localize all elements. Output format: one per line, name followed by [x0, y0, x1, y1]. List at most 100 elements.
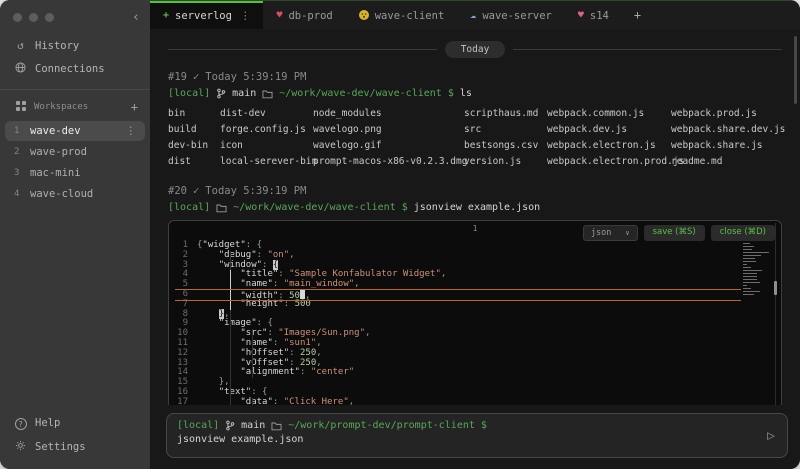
heart-icon: ♥	[276, 11, 282, 21]
close-button[interactable]: close (⌘D)	[711, 225, 775, 241]
chevron-down-icon: ∨	[625, 229, 629, 237]
prompt-cwd: ~/work/wave-dev/wave-client	[233, 202, 396, 213]
save-button[interactable]: save (⌘S)	[644, 225, 705, 241]
file-name: webpack.prod.js	[671, 106, 785, 122]
main-area: +serverlog⋮♥db-prod wave-client ☁wave-serv…	[150, 0, 800, 469]
history-label: History	[35, 40, 79, 52]
folder-icon	[262, 89, 273, 99]
mode-value: json	[591, 228, 611, 238]
prompt-branch: main	[241, 420, 265, 431]
content-scrollbar-thumb[interactable]	[794, 36, 797, 104]
mode-dropdown[interactable]: json ∨	[583, 225, 638, 241]
workspaces-label: Workspaces	[34, 102, 88, 112]
window-minimize-button[interactable]	[29, 13, 38, 22]
sidebar-item-history[interactable]: ↺ History	[0, 34, 150, 57]
help-label: Help	[35, 417, 60, 429]
code-line-7: 7 "height": 500	[175, 300, 741, 310]
indent-guide	[252, 329, 253, 378]
tab-db-prod[interactable]: ♥db-prod	[263, 1, 345, 29]
terminal-content: Today #19 ✓ Today 5:39:19 PM [local]	[150, 29, 800, 405]
tab-label: s14	[590, 10, 609, 22]
file-name: readme.md	[671, 154, 785, 170]
plus-icon: +	[163, 11, 169, 21]
minimap-line	[743, 249, 752, 250]
minimap-line	[743, 288, 751, 289]
folder-icon	[216, 203, 227, 213]
workspace-menu-icon[interactable]: ⋮	[126, 125, 137, 137]
block-meta: #20 ✓ Today 5:39:19 PM	[168, 185, 782, 197]
prompt-command: jsonview example.json	[414, 202, 540, 213]
minimap-line	[743, 264, 747, 265]
command-block-20: #20 ✓ Today 5:39:19 PM [local] ~/work/wa…	[168, 185, 782, 405]
file-name: webpack.electron.js	[547, 138, 671, 154]
date-pill: Today	[445, 41, 506, 58]
file-name: dist-dev	[220, 106, 313, 122]
sidebar-item-settings[interactable]: Settings	[0, 435, 150, 459]
tab-label: wave-client	[375, 10, 445, 22]
minimap-line	[743, 273, 757, 274]
workspace-item-wave-prod[interactable]: 2 wave-prod	[5, 142, 145, 162]
connections-label: Connections	[35, 63, 105, 75]
block-index: #19	[168, 71, 187, 83]
prompt-cwd: ~/work/prompt-dev/prompt-client	[288, 420, 475, 431]
file-name: dist	[168, 154, 220, 170]
editor-scrollbar-thumb[interactable]	[774, 281, 777, 295]
minimap-line	[743, 282, 760, 283]
git-branch-icon	[225, 420, 235, 431]
minimap-line	[743, 261, 756, 262]
window-close-button[interactable]	[13, 13, 22, 22]
add-workspace-button[interactable]: +	[131, 100, 138, 114]
titlebar: ‹	[0, 0, 150, 34]
code-editor[interactable]: 1{"widget": {2 "debug": "on",3 "window":…	[175, 241, 741, 405]
file-name: prompt-macos-x86-v0.2.3.dmg	[313, 154, 464, 170]
git-branch-icon	[216, 88, 226, 99]
new-tab-button[interactable]: +	[622, 1, 653, 29]
workspace-number: 2	[14, 147, 22, 157]
block-timestamp: Today 5:39:19 PM	[205, 71, 306, 83]
face-icon	[359, 10, 369, 23]
workspace-item-wave-cloud[interactable]: 4wave-cloud	[5, 184, 145, 204]
tab-wave-server[interactable]: ☁wave-server	[457, 1, 565, 29]
file-name: version.js	[464, 154, 547, 170]
window-zoom-button[interactable]	[45, 13, 54, 22]
command-input[interactable]: [local] main ~/work/prompt-dev/prompt-cl…	[166, 413, 788, 458]
ls-output: bindist-devnode_modulesscripthaus.mdwebp…	[168, 106, 782, 170]
workspace-list: 1wave-dev⋮ 2 wave-prod 3mac-mini4wave-cloud	[0, 120, 150, 205]
minimap-line	[743, 267, 751, 268]
prompt-line: [local] main ~/work/wave-dev/wave-clien	[168, 88, 782, 99]
minimap-line	[743, 258, 755, 259]
file-name: src	[464, 122, 547, 138]
tab-s14[interactable]: ♥s14	[565, 1, 622, 29]
check-icon: ✓	[193, 71, 199, 83]
json-viewer-panel: 1 json ∨ save (⌘S) close (⌘D)	[168, 220, 782, 405]
viewer-controls: json ∨ save (⌘S) close (⌘D)	[583, 225, 775, 241]
tab-menu-icon[interactable]: ⋮	[240, 10, 251, 22]
date-divider: Today	[168, 41, 782, 58]
sidebar-collapse-icon[interactable]: ‹	[132, 11, 140, 24]
minimap-line	[743, 252, 769, 253]
minimap-line	[743, 294, 754, 295]
input-prompt-line: [local] main ~/work/prompt-dev/prompt-cl…	[177, 420, 777, 431]
check-icon: ✓	[193, 185, 199, 197]
tab-wave-client[interactable]: wave-client	[346, 1, 458, 29]
minimap-line	[743, 279, 757, 280]
indent-guide	[252, 398, 253, 405]
workspace-item-mac-mini[interactable]: 3mac-mini	[5, 163, 145, 183]
minimap	[743, 243, 769, 297]
tab-serverlog[interactable]: +serverlog⋮	[150, 1, 263, 29]
sidebar-item-connections[interactable]: Connections	[0, 57, 150, 81]
workspace-label: wave-prod	[30, 146, 87, 158]
file-name: dev-bin	[168, 138, 220, 154]
sidebar-item-help[interactable]: ? Help	[0, 412, 150, 436]
prompt-cwd: ~/work/wave-dev/wave-client	[279, 88, 442, 99]
prompt-branch: main	[232, 88, 256, 99]
minimap-line	[743, 276, 757, 277]
file-name: icon	[220, 138, 313, 154]
send-command-icon[interactable]: ▷	[767, 428, 775, 443]
history-icon: ↺	[14, 39, 27, 52]
prompt-command: ls	[460, 88, 472, 99]
file-name: bestsongs.csv	[464, 138, 547, 154]
minimap-line	[743, 246, 754, 247]
workspace-item-wave-dev[interactable]: 1wave-dev⋮	[5, 121, 145, 141]
prompt-host: [local]	[168, 88, 210, 99]
